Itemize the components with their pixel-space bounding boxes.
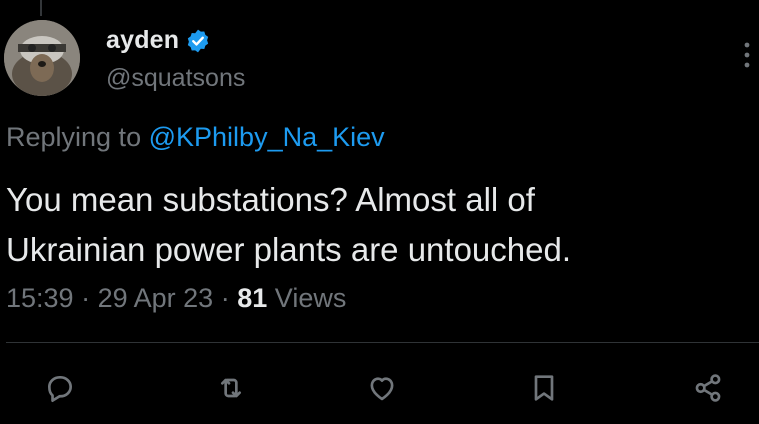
author-name-row[interactable]: ayden	[106, 26, 211, 55]
thread-connector-line	[40, 0, 42, 16]
author-handle[interactable]: @squatsons	[106, 64, 245, 93]
avatar[interactable]	[4, 20, 80, 96]
tweet-time[interactable]: 15:39	[6, 283, 74, 313]
display-name[interactable]: ayden	[106, 26, 179, 55]
share-button[interactable]	[688, 368, 728, 408]
reply-to-handle-link[interactable]: @KPhilby_Na_Kiev	[149, 122, 385, 152]
meta-separator: ·	[220, 283, 230, 313]
tweet-meta: 15:39 · 29 Apr 23 · 81 Views	[6, 283, 346, 314]
verified-badge-icon	[185, 28, 211, 54]
replying-to-label: Replying to	[6, 122, 142, 152]
heart-icon	[366, 372, 398, 404]
tweet-date[interactable]: 29 Apr 23	[98, 283, 214, 313]
replying-to-line: Replying to @KPhilby_Na_Kiev	[6, 122, 385, 153]
tweet-text: You mean substations? Almost all of Ukra…	[6, 175, 746, 275]
more-vertical-icon[interactable]	[740, 40, 754, 70]
meta-separator: ·	[81, 283, 91, 313]
like-button[interactable]	[362, 368, 402, 408]
retweet-icon	[215, 372, 247, 404]
action-bar	[0, 368, 759, 408]
views-count: 81	[237, 283, 268, 313]
reply-button[interactable]	[40, 368, 80, 408]
retweet-button[interactable]	[211, 368, 251, 408]
bookmark-button[interactable]	[524, 368, 564, 408]
share-icon	[692, 372, 724, 404]
tweet-text-line: Ukrainian power plants are untouched.	[6, 231, 572, 268]
tweet-text-line: You mean substations? Almost all of	[6, 181, 535, 218]
bookmark-icon	[528, 372, 560, 404]
divider	[6, 342, 759, 343]
reply-icon	[44, 372, 76, 404]
views-label: Views	[274, 283, 347, 313]
